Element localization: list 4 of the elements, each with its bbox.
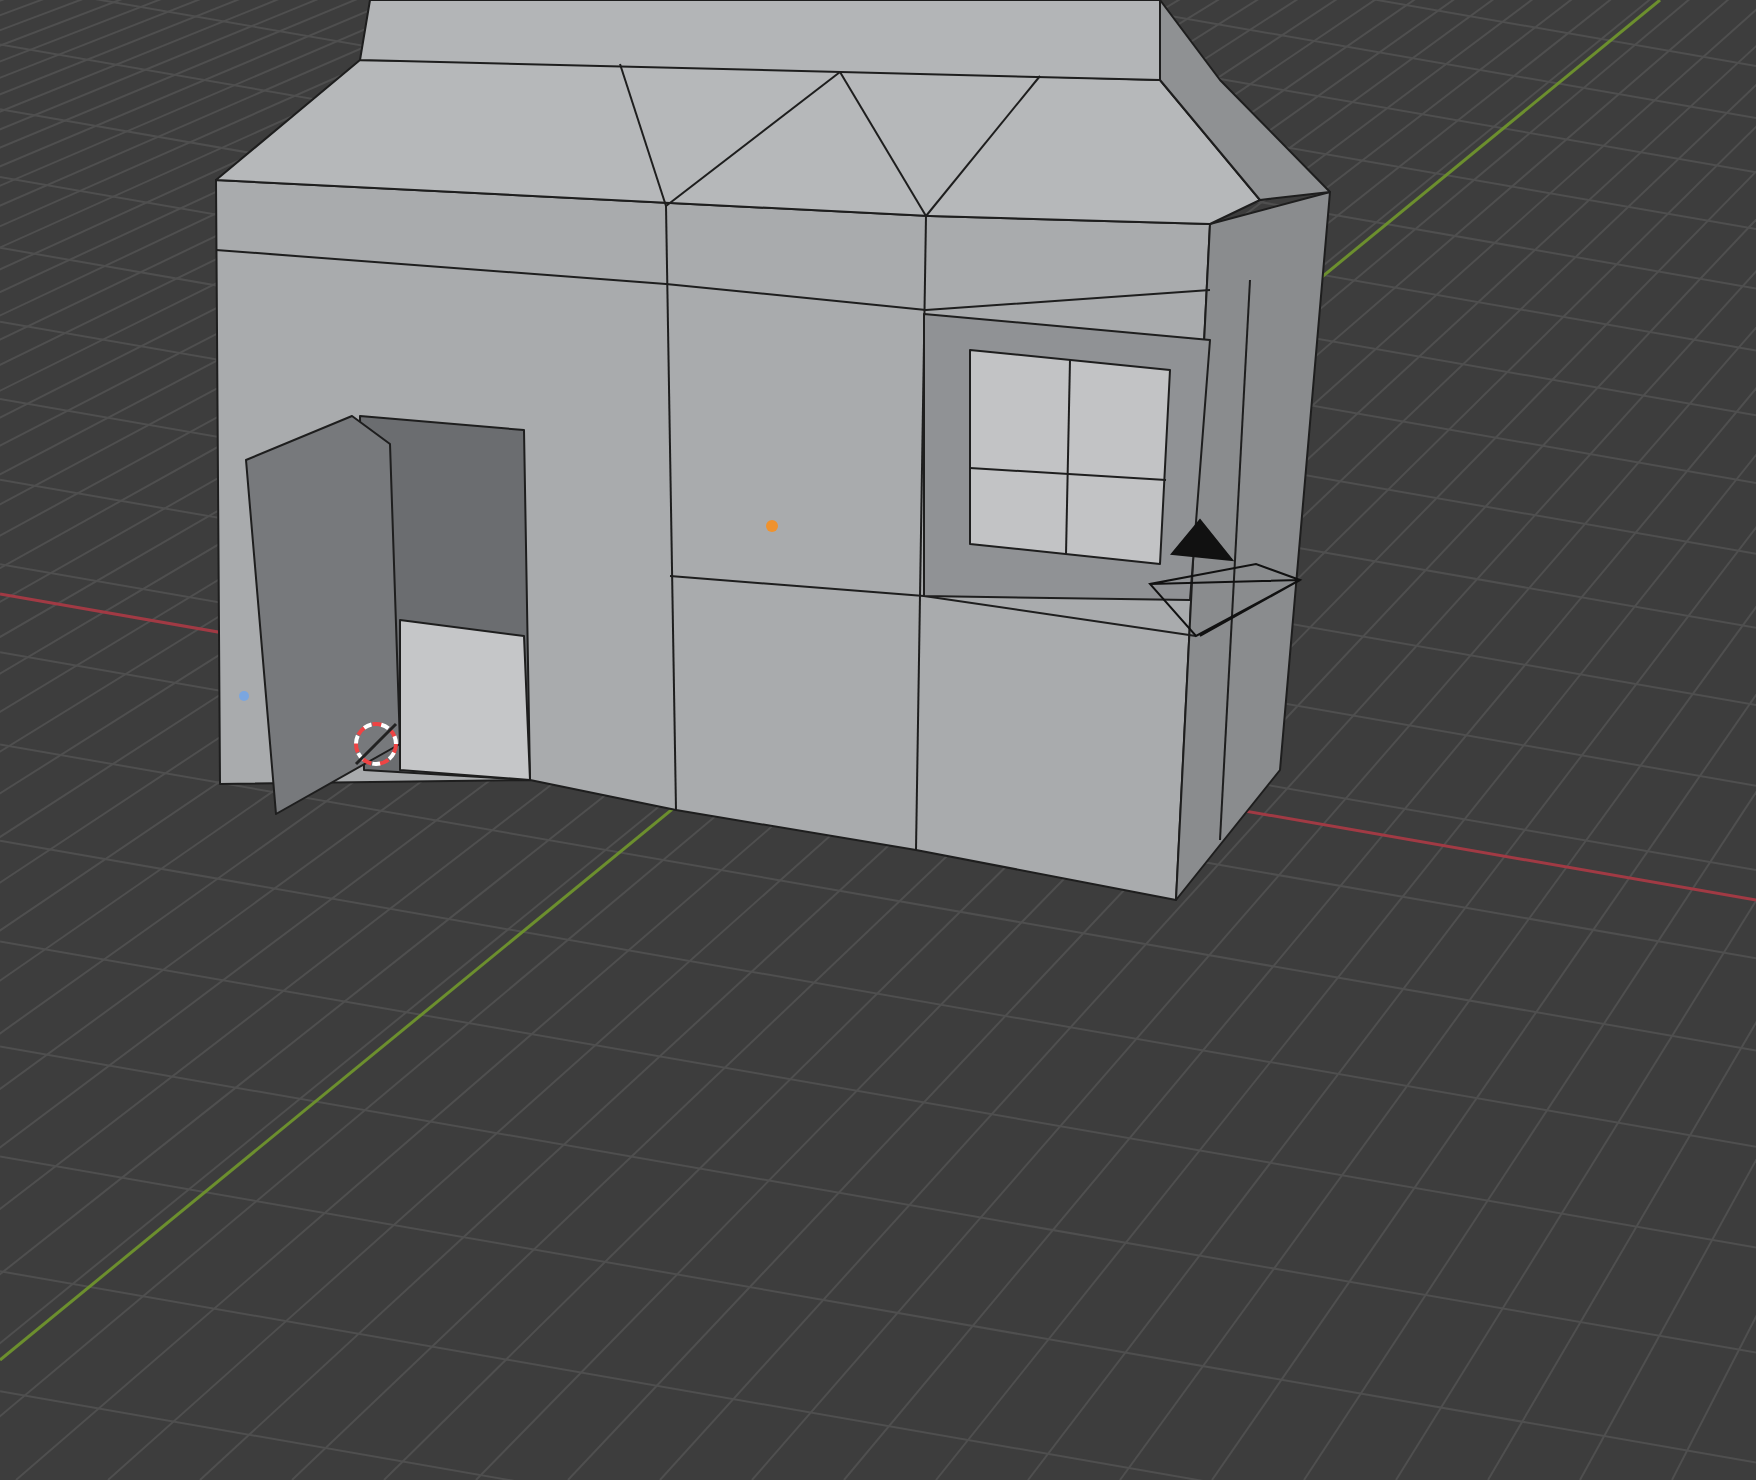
origin-dot [766, 520, 778, 532]
light-dot [239, 691, 249, 701]
camera-icon [1148, 518, 1303, 638]
cursor-icon [354, 722, 398, 766]
